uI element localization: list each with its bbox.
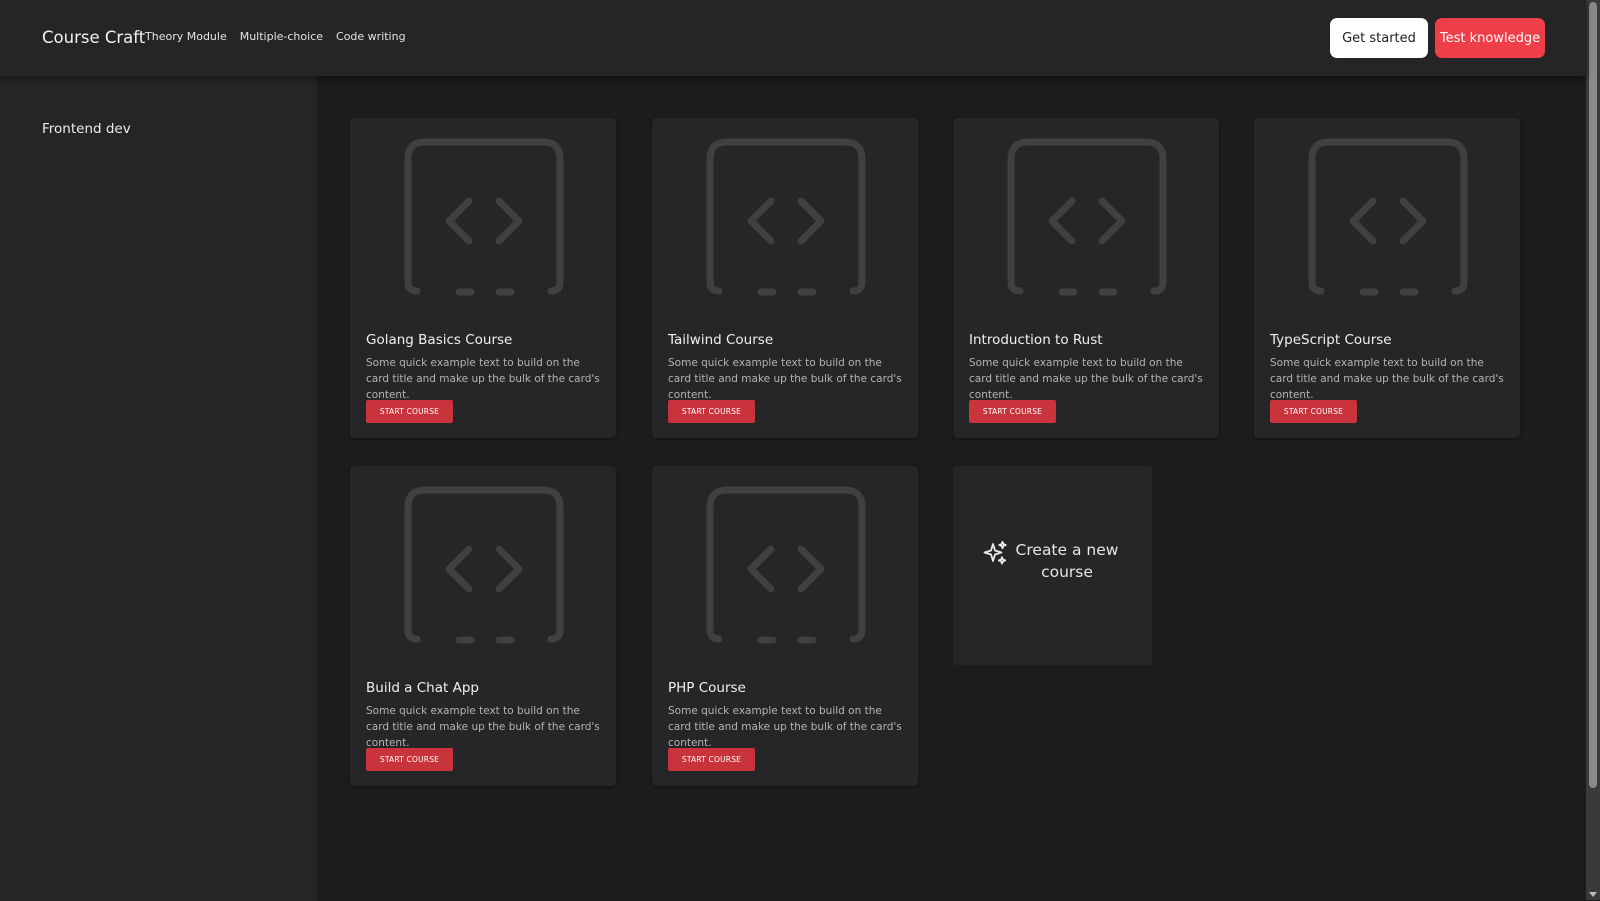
get-started-button[interactable]: Get started [1330,18,1428,58]
course-title: Introduction to Rust [969,332,1103,348]
nav-link-code-writing[interactable]: Code writing [336,30,406,43]
course-title: Golang Basics Course [366,332,513,348]
course-description: Some quick example text to build on the … [668,705,902,749]
sidebar-item-frontend-dev[interactable]: Frontend dev [42,121,131,137]
start-course-button[interactable]: START COURSE [969,400,1056,423]
nav-link-multiple-choice[interactable]: Multiple-choice [240,30,323,43]
course-title: TypeScript Course [1270,332,1392,348]
course-card-chat-app: Build a Chat App Some quick example text… [350,466,616,786]
course-description: Some quick example text to build on the … [969,357,1203,401]
course-title: Tailwind Course [668,332,774,348]
code-icon [706,138,866,296]
course-card-rust: Introduction to Rust Some quick example … [953,118,1219,438]
nav-link-theory-module[interactable]: Theory Module [145,30,227,43]
code-icon [706,486,866,644]
page-scrollbar[interactable] [1586,0,1600,900]
scroll-down-arrow-icon[interactable] [1589,892,1597,897]
course-card-typescript: TypeScript Course Some quick example tex… [1254,118,1520,438]
course-title: PHP Course [668,680,746,696]
start-course-button[interactable]: START COURSE [1270,400,1357,423]
code-icon [1007,138,1167,296]
code-icon [1308,138,1468,296]
create-course-content: Create a new course [953,539,1152,583]
nav-links: Theory Module Multiple-choice Code writi… [145,30,406,43]
course-card-golang: Golang Basics Course Some quick example … [350,118,616,438]
course-title: Build a Chat App [366,680,479,696]
course-card-php: PHP Course Some quick example text to bu… [652,466,918,786]
code-icon [404,138,564,296]
sidebar: Frontend dev [0,74,317,901]
start-course-button[interactable]: START COURSE [366,400,453,423]
test-knowledge-button[interactable]: Test knowledge [1435,18,1545,58]
course-description: Some quick example text to build on the … [366,357,600,401]
course-description: Some quick example text to build on the … [668,357,902,401]
start-course-button[interactable]: START COURSE [668,400,755,423]
scrollbar-thumb[interactable] [1589,2,1597,788]
create-course-card[interactable]: Create a new course [953,466,1152,665]
brand-logo[interactable]: Course Craft [42,28,145,47]
course-description: Some quick example text to build on the … [366,705,600,749]
top-navbar: Course Craft Theory Module Multiple-choi… [0,0,1586,76]
start-course-button[interactable]: START COURSE [366,748,453,771]
code-icon [404,486,564,644]
start-course-button[interactable]: START COURSE [668,748,755,771]
course-card-tailwind: Tailwind Course Some quick example text … [652,118,918,438]
create-course-label: Create a new course [1015,541,1119,581]
course-description: Some quick example text to build on the … [1270,357,1504,401]
sparkles-icon [983,540,1007,565]
